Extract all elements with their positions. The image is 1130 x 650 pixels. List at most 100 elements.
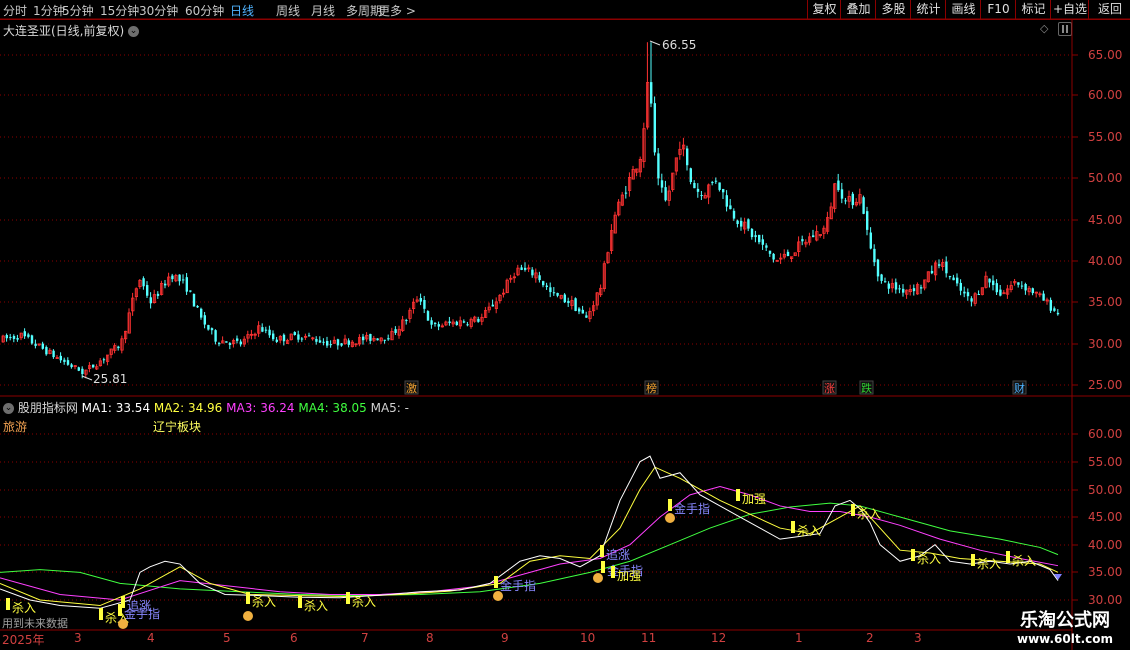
indicator-axis-label: 35.00 — [1088, 565, 1123, 579]
date-axis-label: 2025年 — [2, 633, 45, 647]
candle-body — [214, 330, 217, 342]
date-axis-label: 3 — [74, 631, 82, 645]
candle-body — [293, 332, 296, 336]
candle-body — [63, 359, 66, 362]
signal-label: 杀入 — [1012, 553, 1036, 568]
candle-body — [272, 333, 275, 340]
candle-body — [329, 344, 332, 346]
candle-body — [585, 315, 588, 318]
signal-label: 杀入 — [797, 523, 821, 538]
signal-marker — [736, 489, 740, 501]
candle-body — [27, 334, 30, 337]
candle-body — [405, 320, 408, 322]
watermark-url: www.60lt.com — [1016, 632, 1114, 646]
candle-body — [9, 337, 12, 339]
date-axis-label: 8 — [426, 631, 434, 645]
candle-body — [326, 340, 329, 346]
candle-body — [545, 285, 548, 287]
candle-body — [430, 320, 433, 325]
candle-body — [862, 197, 865, 214]
kline-chart[interactable]: 66.5525.81激榜涨跌财杀入 金手指杀入金手指杀入 杀入金手指加强金手指杀入加… — [0, 0, 1130, 650]
candle-body — [664, 187, 667, 201]
signal-label: 追涨 — [606, 547, 630, 562]
candle-body — [1042, 293, 1045, 301]
candle-body — [869, 232, 872, 249]
candle-body — [318, 340, 322, 343]
candle-body — [268, 329, 271, 336]
signal-label: 杀入 — [12, 600, 36, 615]
price-axis-label: 60.00 — [1088, 88, 1123, 102]
price-axis-label: 45.00 — [1088, 213, 1123, 227]
signal-marker — [600, 545, 604, 557]
candle-body — [887, 283, 890, 289]
signal-marker — [346, 592, 350, 604]
candle-body — [45, 347, 48, 355]
candle-body — [117, 346, 120, 349]
price-axis-label: 25.00 — [1088, 378, 1123, 392]
low-marker-arrow — [81, 375, 93, 381]
candle-body — [261, 327, 264, 332]
indicator-axis-label: 30.00 — [1088, 593, 1123, 607]
price-axis-label: 50.00 — [1088, 171, 1123, 185]
indicator-axis-label: 45.00 — [1088, 510, 1123, 524]
candle-body — [16, 338, 19, 340]
candle-body — [466, 324, 469, 326]
candle-body — [426, 311, 430, 321]
signal-label: 加强 — [617, 569, 641, 583]
candle-body — [754, 235, 757, 238]
candle-body — [448, 321, 451, 324]
indicator-axis-label: 40.00 — [1088, 538, 1123, 552]
candle-body — [5, 334, 8, 339]
price-axis-label: 35.00 — [1088, 295, 1123, 309]
signal-marker — [1006, 551, 1010, 563]
signal-label: 杀入 — [252, 594, 276, 609]
event-badge-text: 跌 — [861, 381, 872, 395]
candle-body — [722, 189, 725, 193]
candle-body — [1031, 288, 1034, 294]
signal-label: 杀入 — [857, 506, 881, 521]
candle-body — [520, 267, 523, 270]
candle-body — [912, 288, 916, 292]
date-axis-label: 9 — [501, 631, 509, 645]
price-axis-label: 55.00 — [1088, 130, 1123, 144]
price-axis-label: 40.00 — [1088, 254, 1123, 268]
candle-body — [297, 334, 300, 340]
candle-body — [434, 322, 437, 324]
signal-label: 杀入 — [977, 556, 1001, 571]
signal-marker — [851, 504, 855, 516]
date-axis-label: 6 — [290, 631, 298, 645]
candle-body — [920, 287, 923, 289]
signal-label: 追涨 — [127, 598, 151, 613]
candle-body — [300, 338, 304, 340]
candle-body — [538, 275, 541, 281]
candle-body — [729, 205, 732, 210]
candle-body — [844, 200, 847, 202]
candle-body — [650, 82, 653, 104]
signal-marker — [791, 521, 795, 533]
candle-body — [894, 282, 898, 290]
candle-body — [207, 325, 210, 330]
candle-body — [524, 267, 527, 270]
candle-body — [581, 309, 584, 314]
candle-body — [34, 343, 37, 346]
signal-marker — [611, 566, 615, 578]
date-axis-label: 10 — [580, 631, 596, 645]
hand-pointer-icon — [493, 591, 503, 601]
candle-body — [423, 300, 426, 309]
signal-marker — [971, 554, 975, 566]
signal-marker — [298, 596, 302, 608]
candle-body — [736, 220, 739, 225]
candle-body — [192, 293, 196, 307]
candle-body — [239, 341, 242, 345]
candle-body — [977, 294, 980, 296]
candle-body — [185, 277, 188, 292]
indicator-axis-label: 50.00 — [1088, 483, 1123, 497]
candle-body — [840, 189, 844, 199]
candle-body — [394, 329, 397, 333]
candle-body — [477, 318, 480, 322]
candle-body — [563, 294, 566, 303]
signal-label: 金手指 — [674, 501, 710, 516]
candle-body — [376, 338, 379, 341]
candle-body — [750, 228, 754, 238]
candle-body — [542, 281, 545, 286]
